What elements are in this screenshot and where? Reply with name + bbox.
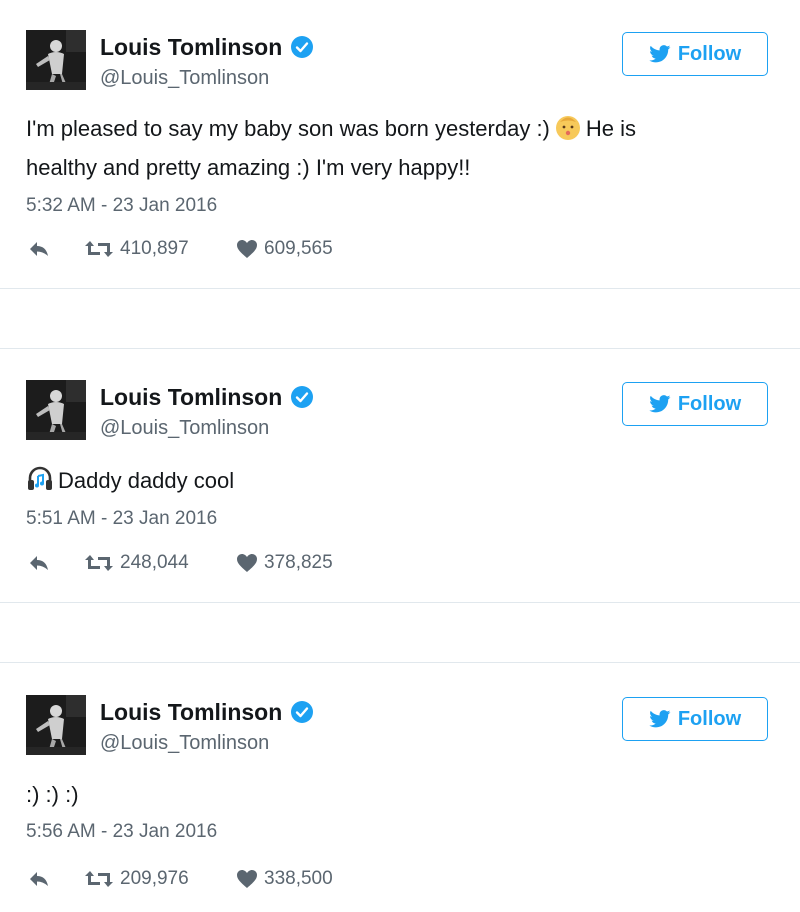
like-button[interactable]: 378,825 bbox=[236, 552, 333, 574]
tweet-timestamp[interactable]: 5:51 AM - 23 Jan 2016 bbox=[26, 508, 217, 530]
verified-badge-icon bbox=[290, 700, 314, 724]
tweet-actions: 248,044 378,825 bbox=[28, 552, 333, 574]
retweet-icon bbox=[85, 241, 113, 257]
tweet-text-line: He is bbox=[585, 116, 637, 141]
author-name-text: Louis Tomlinson bbox=[100, 384, 283, 410]
follow-label: Follow bbox=[677, 707, 742, 730]
tweet-text-line: I'm pleased to say my baby son was born … bbox=[26, 116, 550, 141]
headphone-music-icon bbox=[26, 465, 54, 503]
heart-icon bbox=[237, 870, 257, 888]
author-name[interactable]: Louis Tomlinson bbox=[100, 383, 314, 411]
heart-icon bbox=[237, 554, 257, 572]
author-name[interactable]: Louis Tomlinson bbox=[100, 33, 314, 61]
divider bbox=[0, 602, 800, 603]
verified-badge-icon bbox=[290, 385, 314, 409]
retweet-button[interactable]: 209,976 bbox=[84, 868, 236, 890]
author-handle[interactable]: @Louis_Tomlinson bbox=[100, 731, 269, 755]
like-button[interactable]: 609,565 bbox=[236, 238, 333, 260]
tweet-timestamp[interactable]: 5:32 AM - 23 Jan 2016 bbox=[26, 195, 217, 217]
retweet-icon bbox=[85, 555, 113, 571]
retweet-button[interactable]: 248,044 bbox=[84, 552, 236, 574]
avatar[interactable] bbox=[26, 30, 86, 90]
reply-button[interactable] bbox=[28, 240, 84, 258]
twitter-bird-icon bbox=[649, 395, 671, 413]
divider bbox=[0, 662, 800, 663]
divider bbox=[0, 288, 800, 289]
reply-icon bbox=[30, 242, 48, 256]
baby-icon bbox=[554, 113, 582, 151]
twitter-bird-icon bbox=[649, 710, 671, 728]
retweet-count: 410,897 bbox=[120, 238, 189, 259]
reply-button[interactable] bbox=[28, 870, 84, 888]
author-name[interactable]: Louis Tomlinson bbox=[100, 698, 314, 726]
follow-button[interactable]: Follow bbox=[622, 32, 768, 76]
tweet-actions: 410,897 609,565 bbox=[28, 238, 333, 260]
reply-button[interactable] bbox=[28, 554, 84, 572]
follow-button[interactable]: Follow bbox=[622, 382, 768, 426]
like-count: 338,500 bbox=[264, 868, 333, 889]
retweet-count: 209,976 bbox=[120, 868, 189, 889]
twitter-bird-icon bbox=[649, 45, 671, 63]
avatar[interactable] bbox=[26, 695, 86, 755]
tweet-actions: 209,976 338,500 bbox=[28, 868, 333, 890]
author-name-text: Louis Tomlinson bbox=[100, 34, 283, 60]
retweet-icon bbox=[85, 871, 113, 887]
follow-label: Follow bbox=[677, 392, 742, 415]
like-count: 378,825 bbox=[264, 552, 333, 573]
verified-badge-icon bbox=[290, 35, 314, 59]
tweet-text-line: Daddy daddy cool bbox=[58, 468, 235, 493]
tweet-text-line: :) :) :) bbox=[26, 782, 79, 807]
divider bbox=[0, 348, 800, 349]
like-button[interactable]: 338,500 bbox=[236, 868, 333, 890]
tweet-card: Louis Tomlinson @Louis_Tomlinson Follow … bbox=[0, 0, 800, 288]
tweet-text: Daddy daddy cool bbox=[26, 464, 766, 503]
tweet-text-line: healthy and pretty amazing :) I'm very h… bbox=[26, 155, 471, 180]
tweet-timestamp[interactable]: 5:56 AM - 23 Jan 2016 bbox=[26, 821, 217, 843]
follow-button[interactable]: Follow bbox=[622, 697, 768, 741]
reply-icon bbox=[30, 872, 48, 886]
like-count: 609,565 bbox=[264, 238, 333, 259]
tweet-card: Louis Tomlinson @Louis_Tomlinson Follow … bbox=[0, 665, 800, 912]
author-name-text: Louis Tomlinson bbox=[100, 699, 283, 725]
heart-icon bbox=[237, 240, 257, 258]
author-handle[interactable]: @Louis_Tomlinson bbox=[100, 416, 269, 440]
retweet-button[interactable]: 410,897 bbox=[84, 238, 236, 260]
reply-icon bbox=[30, 556, 48, 570]
author-handle[interactable]: @Louis_Tomlinson bbox=[100, 66, 269, 90]
tweet-text: :) :) :) bbox=[26, 778, 766, 812]
tweet-card: Louis Tomlinson @Louis_Tomlinson Follow … bbox=[0, 350, 800, 602]
avatar[interactable] bbox=[26, 380, 86, 440]
follow-label: Follow bbox=[677, 42, 742, 65]
retweet-count: 248,044 bbox=[120, 552, 189, 573]
tweet-text: I'm pleased to say my baby son was born … bbox=[26, 112, 766, 185]
